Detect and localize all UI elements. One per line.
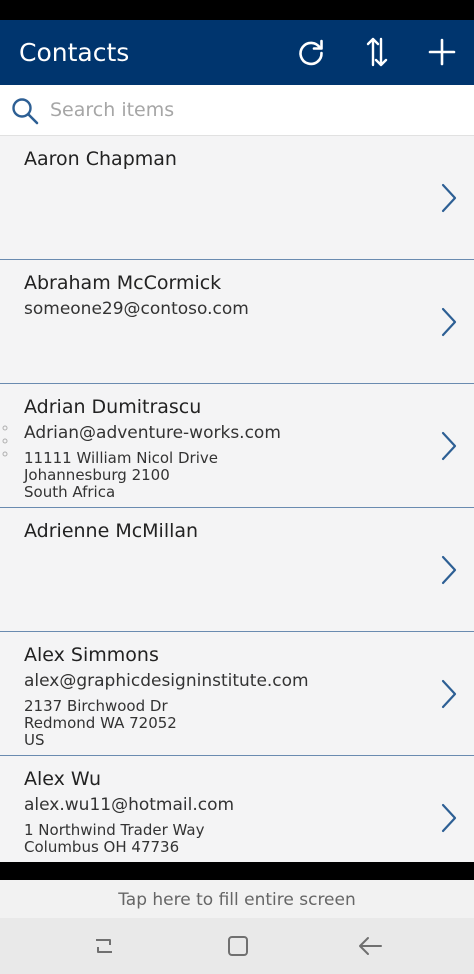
recents-icon	[96, 939, 112, 953]
search-input[interactable]	[50, 93, 460, 127]
home-button[interactable]	[222, 930, 254, 962]
contact-email: Adrian@adventure-works.com	[24, 423, 281, 443]
contact-email: someone29@contoso.com	[24, 299, 249, 319]
home-icon	[228, 936, 248, 956]
phone-screen: Contacts Aaron Chapman	[0, 0, 474, 974]
chevron-right-icon	[441, 183, 457, 213]
add-icon	[428, 38, 456, 66]
list-item[interactable]: Abraham McCormick someone29@contoso.com	[0, 260, 474, 384]
list-item[interactable]: Alex Simmons alex@graphicdesigninstitute…	[0, 632, 474, 756]
sort-button[interactable]	[357, 32, 397, 72]
contact-email: alex.wu11@hotmail.com	[24, 795, 235, 815]
refresh-icon	[299, 39, 323, 66]
status-bar	[0, 0, 474, 20]
refresh-button[interactable]	[291, 32, 331, 72]
page-title: Contacts	[19, 38, 130, 67]
contact-name: Abraham McCormick	[24, 272, 222, 294]
contact-name: Alex Simmons	[24, 644, 159, 666]
search-icon	[12, 98, 39, 125]
address-line: 1 Northwind Trader Way	[24, 821, 205, 839]
chevron-right-icon	[441, 307, 457, 337]
address-line: 2137 Birchwood Dr	[24, 697, 168, 715]
contact-name: Adrienne McMillan	[24, 520, 199, 542]
app-header: Contacts	[0, 20, 474, 85]
address-line: Redmond WA 72052	[24, 714, 177, 732]
contact-address: 11111 William Nicol Drive Johannesburg 2…	[24, 450, 218, 501]
list-item[interactable]: Adrienne McMillan	[0, 508, 474, 632]
address-line: Johannesburg 2100	[24, 466, 170, 484]
back-button[interactable]	[354, 930, 386, 962]
add-button[interactable]	[422, 32, 462, 72]
contact-email: alex@graphicdesigninstitute.com	[24, 671, 309, 691]
contact-address: 2137 Birchwood Dr Redmond WA 72052 US	[24, 698, 177, 749]
contacts-list: Aaron Chapman Abraham McCormick someone2…	[0, 136, 474, 862]
address-line: South Africa	[24, 483, 116, 501]
address-line: US	[24, 731, 45, 749]
chevron-right-icon	[441, 803, 457, 833]
drag-handle-icon[interactable]	[2, 424, 8, 458]
sort-icon	[366, 37, 388, 67]
address-line: 11111 William Nicol Drive	[24, 449, 218, 467]
chevron-right-icon	[441, 431, 457, 461]
list-item[interactable]: Adrian Dumitrascu Adrian@adventure-works…	[0, 384, 474, 508]
contact-name: Aaron Chapman	[24, 148, 177, 170]
search-bar	[0, 85, 474, 136]
list-item[interactable]: Alex Wu alex.wu11@hotmail.com 1 Northwin…	[0, 756, 474, 862]
chevron-right-icon	[441, 679, 457, 709]
address-line: Columbus OH 47736	[24, 838, 180, 856]
chevron-right-icon	[441, 555, 457, 585]
back-icon	[359, 937, 382, 955]
fill-screen-button[interactable]: Tap here to fill entire screen	[0, 880, 474, 918]
contact-name: Adrian Dumitrascu	[24, 396, 202, 418]
system-nav-bar	[0, 918, 474, 974]
contact-name: Alex Wu	[24, 768, 102, 790]
divider	[0, 862, 474, 880]
list-item[interactable]: Aaron Chapman	[0, 136, 474, 260]
recents-button[interactable]	[88, 930, 120, 962]
contact-address: 1 Northwind Trader Way Columbus OH 47736	[24, 822, 204, 856]
